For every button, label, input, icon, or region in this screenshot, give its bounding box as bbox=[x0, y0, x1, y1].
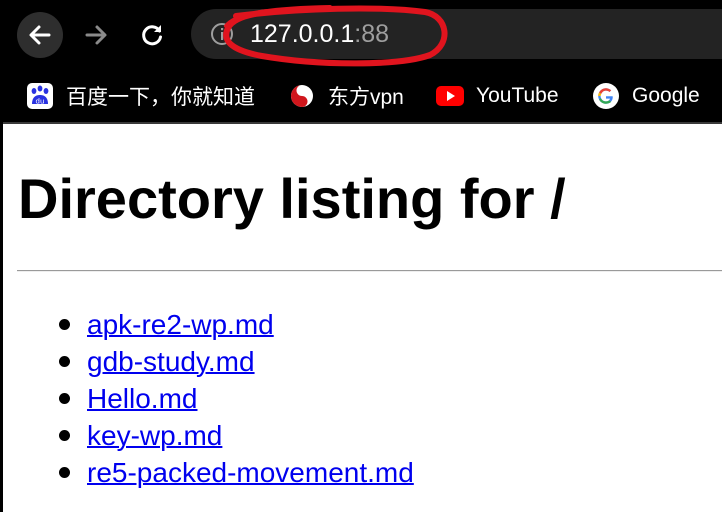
file-link[interactable]: Hello.md bbox=[87, 383, 197, 414]
bookmark-label: YouTube bbox=[476, 84, 559, 107]
youtube-icon bbox=[436, 82, 464, 110]
list-item: re5-packed-movement.md bbox=[56, 454, 414, 491]
browser-toolbar: 127.0.0.1:88 bbox=[0, 0, 722, 68]
address-bar[interactable]: 127.0.0.1:88 bbox=[191, 9, 722, 59]
bookmarks-bar: du 百度一下，你就知道 东方vpn YouTube Google bbox=[0, 68, 722, 122]
file-link[interactable]: re5-packed-movement.md bbox=[87, 457, 414, 488]
bookmark-label: Google bbox=[632, 84, 700, 107]
list-item: gdb-study.md bbox=[56, 343, 414, 380]
url-port: :88 bbox=[354, 20, 390, 48]
bookmark-label: 东方vpn bbox=[328, 86, 404, 109]
bookmark-youtube[interactable]: YouTube bbox=[436, 76, 559, 116]
info-icon[interactable] bbox=[209, 21, 235, 47]
file-list: apk-re2-wp.md gdb-study.md Hello.md key-… bbox=[56, 306, 414, 491]
window-edge bbox=[0, 122, 3, 512]
file-link[interactable]: key-wp.md bbox=[87, 420, 222, 451]
yin-yang-icon bbox=[288, 82, 316, 110]
baidu-icon: du bbox=[26, 82, 54, 110]
url-host: 127.0.0.1 bbox=[250, 20, 355, 48]
svg-text:du: du bbox=[36, 98, 45, 106]
forward-button[interactable] bbox=[73, 12, 119, 58]
bookmark-google[interactable]: Google bbox=[592, 76, 700, 116]
list-item: apk-re2-wp.md bbox=[56, 306, 414, 343]
list-item: Hello.md bbox=[56, 380, 414, 417]
google-icon bbox=[592, 82, 620, 110]
arrow-left-icon bbox=[29, 25, 51, 45]
url-text[interactable]: 127.0.0.1:88 bbox=[250, 19, 389, 49]
bookmark-label: 百度一下，你就知道 bbox=[66, 86, 255, 109]
reload-icon bbox=[142, 25, 162, 46]
list-item: key-wp.md bbox=[56, 417, 414, 454]
file-link[interactable]: apk-re2-wp.md bbox=[87, 309, 274, 340]
arrow-right-icon bbox=[85, 25, 107, 45]
bookmark-baidu[interactable]: du 百度一下，你就知道 bbox=[26, 76, 255, 116]
horizontal-rule bbox=[17, 270, 722, 272]
file-link[interactable]: gdb-study.md bbox=[87, 346, 255, 377]
bookmark-vpn[interactable]: 东方vpn bbox=[288, 76, 404, 116]
back-button[interactable] bbox=[17, 12, 63, 58]
page-title: Directory listing for / bbox=[18, 167, 566, 230]
reload-button[interactable] bbox=[129, 12, 175, 58]
toolbar-divider bbox=[0, 122, 722, 124]
